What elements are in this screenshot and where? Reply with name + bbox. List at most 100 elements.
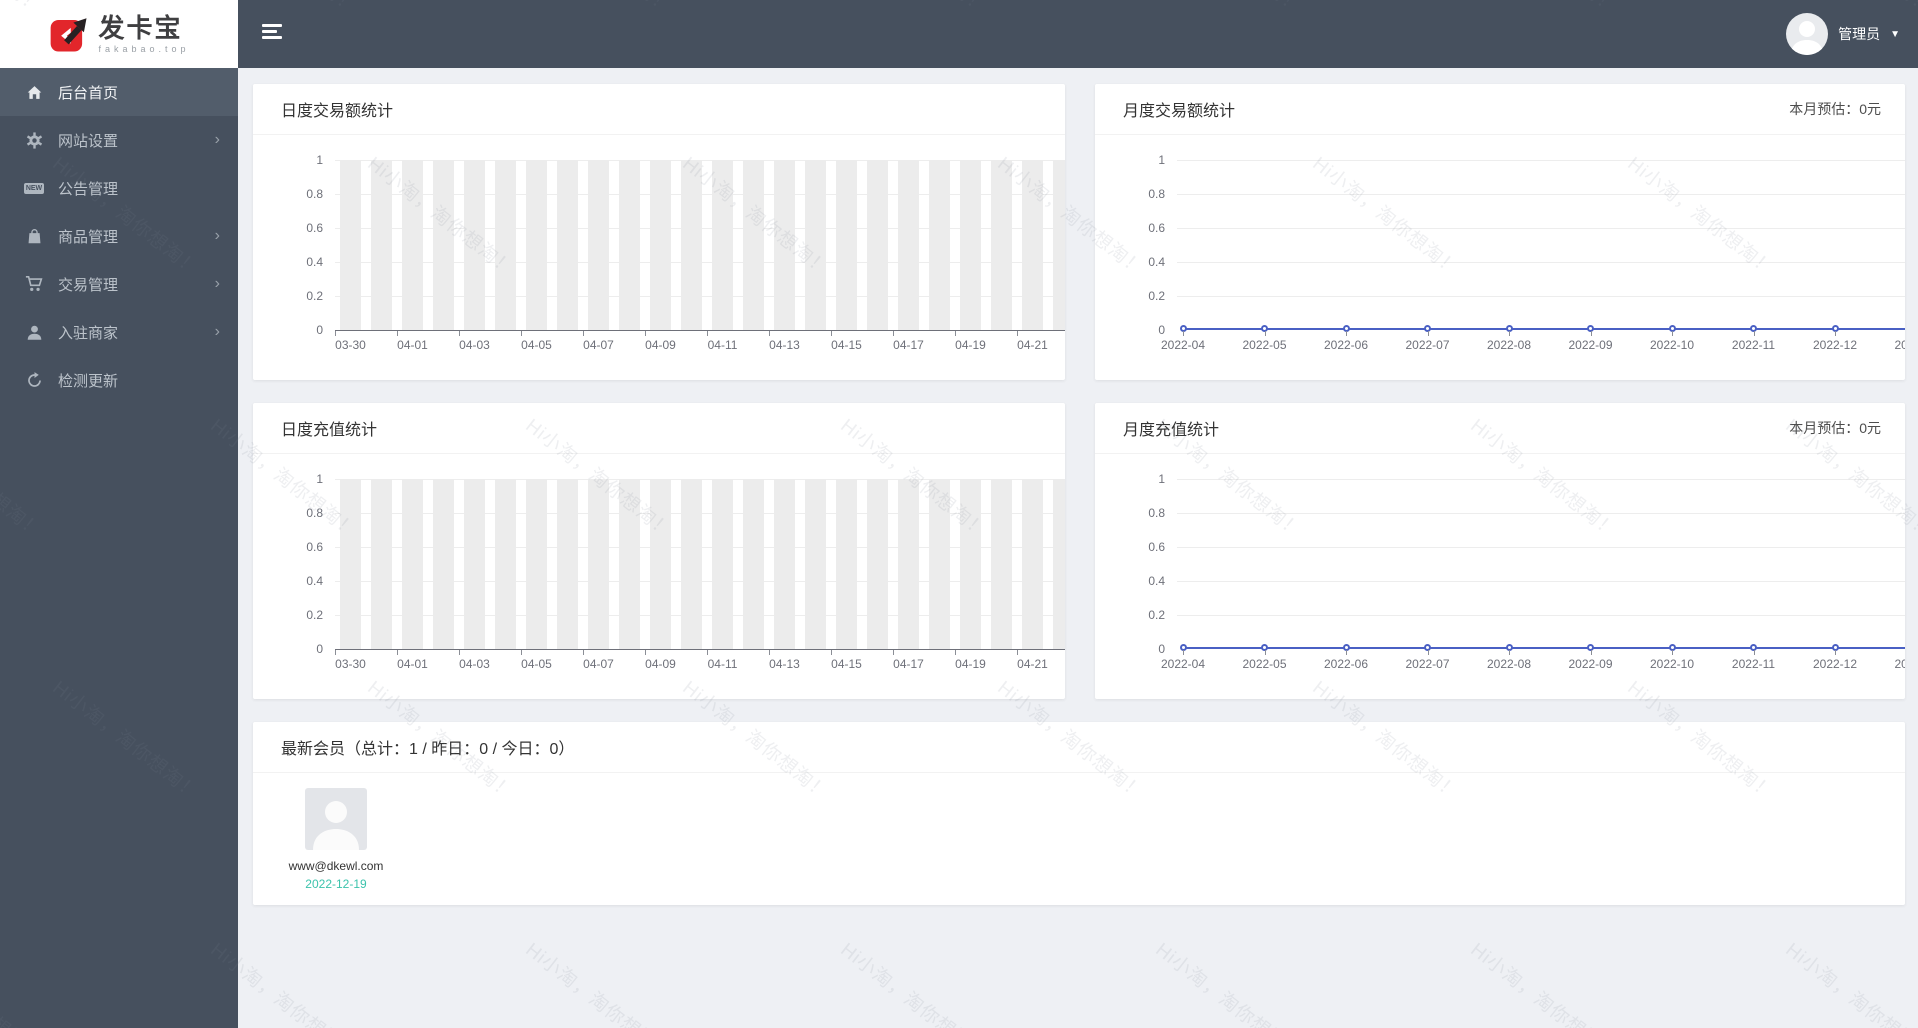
axis-tick	[707, 331, 708, 336]
menu-toggle-icon[interactable]	[262, 24, 284, 42]
chart-daily-trade: 1 0.8 0.6 0.4 0.2 0 03-30 04-01 04-03 04-05 04-07 0…	[253, 135, 1065, 379]
axis-tick	[1017, 650, 1018, 655]
placeholder-bar	[619, 160, 640, 330]
placeholder-bar	[464, 160, 485, 330]
axis-tick	[335, 650, 336, 655]
y-axis-label: 0.8	[1148, 506, 1165, 520]
sidebar-item-label: 公告管理	[58, 180, 119, 198]
card-monthly-trade: 月度交易额统计 本月预估：0元 1 0.8 0.6 0.4 0.2 0 2022-04 202…	[1095, 84, 1905, 380]
sidebar-item-label: 交易管理	[58, 276, 119, 294]
axis-tick	[1264, 331, 1266, 336]
chevron-right-icon: ›	[214, 275, 220, 292]
sidebar-item-1[interactable]: 后台首页	[0, 68, 238, 116]
x-axis-label: 04-19	[955, 657, 986, 671]
person-icon	[1791, 21, 1824, 55]
axis-tick	[1835, 650, 1836, 655]
x-axis-label: 04-01	[397, 338, 428, 352]
x-axis-label: 04-15	[831, 338, 862, 352]
sidebar-item-4[interactable]: 商品管理 ›	[0, 212, 238, 260]
x-axis-label: 04-21	[1017, 657, 1048, 671]
sidebar-item-label: 商品管理	[58, 228, 119, 246]
placeholder-bar	[898, 479, 919, 649]
card-title-daily-trade: 日度交易额统计	[281, 103, 394, 120]
sidebar-item-label: 后台首页	[58, 84, 119, 102]
placeholder-bar	[402, 479, 423, 649]
placeholder-bar	[960, 479, 981, 649]
x-axis-label: 2022-07	[1405, 657, 1450, 671]
card-latest-members: 最新会员（总计：1 / 昨日：0 / 今日：0） www@dkewl.com 2…	[253, 722, 1905, 905]
axis-tick	[1835, 331, 1836, 336]
x-axis-label: 2023-01	[1894, 657, 1905, 671]
main-content: 日度交易额统计 1 0.8 0.6 0.4 0.2 0 03-30 04-01 04-03 04-…	[238, 68, 1918, 1028]
placeholder-bar	[588, 479, 609, 649]
sidebar-item-3[interactable]: NEW 公告管理	[0, 164, 238, 212]
brand-name: 发卡宝	[98, 12, 183, 43]
placeholder-bar	[340, 479, 361, 649]
y-axis-label: 0	[316, 642, 323, 656]
placeholder-bar	[836, 479, 857, 649]
x-axis-label: 2022-12	[1812, 338, 1858, 352]
brand-domain: fakabao.top	[98, 43, 190, 54]
brand-logo-icon	[51, 18, 87, 52]
x-axis-label: 04-01	[397, 657, 428, 671]
x-axis-label: 04-05	[521, 338, 552, 352]
axis-tick	[1672, 650, 1673, 655]
y-axis-label: 0.6	[306, 540, 323, 554]
x-axis-label: 04-13	[769, 338, 800, 352]
axis-tick	[645, 650, 646, 655]
member-item[interactable]: www@dkewl.com 2022-12-19	[281, 788, 391, 891]
gridline	[1177, 160, 1905, 161]
sidebar-item-label: 网站设置	[58, 132, 119, 150]
sidebar-item-6[interactable]: 入驻商家 ›	[0, 308, 238, 356]
zero-value-line	[1183, 647, 1905, 649]
y-axis-label: 0.4	[306, 255, 323, 269]
x-axis-label: 2022-06	[1323, 338, 1369, 352]
axis-tick	[955, 331, 956, 336]
chart-monthly-recharge: 1 0.8 0.6 0.4 0.2 0 2022-04 2022-05 2022-06 2022-…	[1095, 454, 1905, 698]
y-axis-label: 0.4	[1148, 255, 1165, 269]
placeholder-bar	[526, 160, 547, 330]
axis-tick	[1427, 650, 1429, 655]
gridline	[1177, 194, 1905, 195]
plot-area	[335, 160, 1065, 330]
x-axis-label: 2022-10	[1649, 657, 1695, 671]
sidebar-item-5[interactable]: 交易管理 ›	[0, 260, 238, 308]
placeholder-bar	[929, 479, 950, 649]
home-icon	[24, 82, 44, 102]
x-axis-label: 2022-07	[1405, 338, 1450, 352]
placeholder-bar	[743, 160, 764, 330]
gridline	[1177, 547, 1905, 548]
placeholder-bar	[557, 479, 578, 649]
x-axis-label: 2022-05	[1242, 657, 1287, 671]
y-axis-label: 0.6	[306, 221, 323, 235]
y-axis-label: 0.2	[306, 289, 323, 303]
placeholder-bar	[650, 479, 671, 649]
sidebar-item-label: 检测更新	[58, 372, 119, 390]
y-axis-label: 0	[316, 323, 323, 337]
x-axis-label: 2023-01	[1894, 338, 1905, 352]
zero-value-line	[1183, 328, 1905, 330]
user-dropdown[interactable]: 管理员 ▼	[1786, 0, 1900, 68]
card-daily-trade: 日度交易额统计 1 0.8 0.6 0.4 0.2 0 03-30 04-01 04-03 04-…	[253, 84, 1065, 380]
placeholder-bar	[867, 479, 888, 649]
axis-tick	[335, 331, 336, 336]
placeholder-bar	[495, 160, 516, 330]
y-axis-label: 1	[1158, 472, 1165, 486]
monthly-trade-estimate: 本月预估：0元	[1789, 101, 1881, 117]
axis-tick	[521, 650, 522, 655]
y-axis-label: 0.6	[1148, 221, 1165, 235]
card-monthly-recharge: 月度充值统计 本月预估：0元 1 0.8 0.6 0.4 0.2 0 2022-04 2022…	[1095, 403, 1905, 699]
axis-tick	[397, 331, 398, 336]
y-axis-label: 0.2	[306, 608, 323, 622]
placeholder-bar	[991, 160, 1012, 330]
placeholder-bar	[712, 160, 733, 330]
sidebar-item-7[interactable]: 检测更新	[0, 356, 238, 404]
x-axis-label: 04-03	[459, 338, 490, 352]
placeholder-bar	[619, 479, 640, 649]
sidebar-item-2[interactable]: 网站设置 ›	[0, 116, 238, 164]
placeholder-bar	[774, 160, 795, 330]
x-axis-label: 2022-11	[1731, 657, 1776, 671]
y-axis-label: 0.4	[306, 574, 323, 588]
x-axis-label: 04-03	[459, 657, 490, 671]
brand-logo[interactable]: 发卡宝 fakabao.top	[0, 0, 238, 68]
